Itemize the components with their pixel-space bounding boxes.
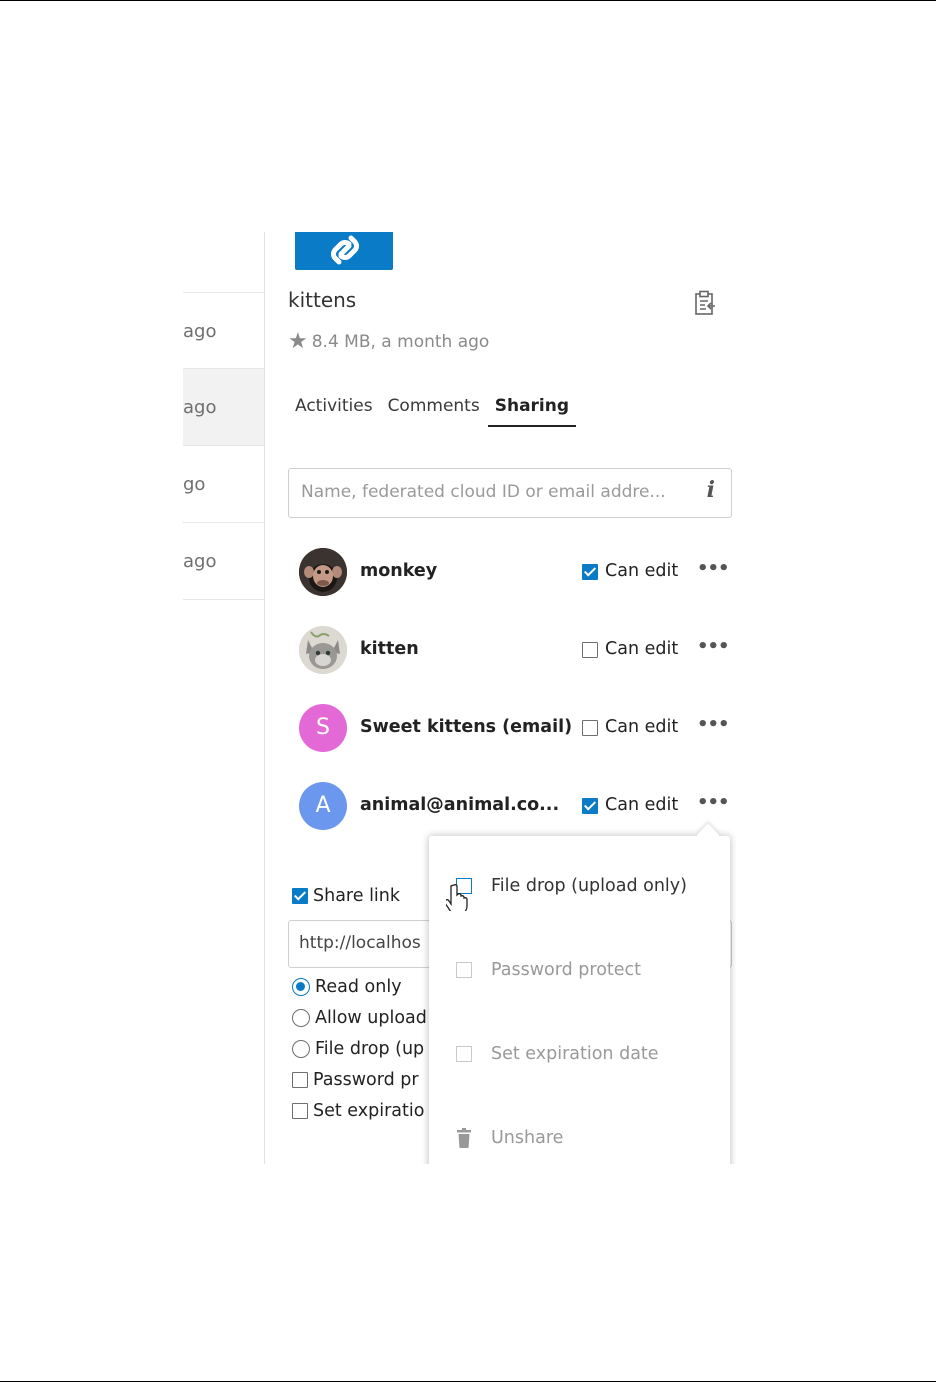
can-edit-checkbox[interactable] (582, 720, 598, 736)
can-edit-checkbox[interactable] (582, 564, 598, 580)
trash-icon (456, 1128, 472, 1148)
sidebar-tabs: Activities Comments Sharing (288, 394, 577, 427)
share-row: A animal@animal.co... Can edit ••• (299, 782, 730, 832)
menu-item-label: Password protect (491, 960, 642, 980)
menu-item-file-drop[interactable]: File drop (upload only) (456, 876, 687, 896)
sharing-sidebar-screenshot: ago ago go ago kittens ★ 8.4 MB, a month… (183, 232, 736, 1164)
clipboard-icon[interactable] (693, 290, 717, 320)
file-list-row[interactable]: ago (183, 523, 264, 600)
can-edit-label[interactable]: Can edit (605, 795, 678, 815)
file-list-row-date: ago (183, 321, 217, 342)
share-link-checkbox[interactable] (292, 888, 308, 904)
file-list-row[interactable]: ago (183, 292, 264, 369)
menu-item-password[interactable]: Password protect (456, 960, 641, 980)
share-name: Sweet kittens (email) (360, 717, 573, 737)
allow-upload-label: Allow upload (315, 1008, 427, 1028)
hand-cursor-icon (446, 884, 468, 911)
file-size-date: 8.4 MB, a month ago (311, 332, 490, 352)
file-meta: ★ 8.4 MB, a month ago (288, 331, 489, 353)
can-edit-checkbox[interactable] (582, 642, 598, 658)
more-options-icon[interactable]: ••• (697, 792, 730, 813)
expiration-date-checkbox[interactable] (456, 1046, 472, 1062)
file-list-row[interactable]: go (183, 446, 264, 523)
expiration-checkbox[interactable] (292, 1103, 308, 1119)
can-edit-label[interactable]: Can edit (605, 639, 678, 659)
sidebar-divider (264, 232, 265, 1164)
can-edit-label[interactable]: Can edit (605, 717, 678, 737)
file-list-row[interactable]: ago (183, 369, 264, 446)
more-options-icon[interactable]: ••• (697, 636, 730, 657)
share-options-popover: File drop (upload only) Password protect… (429, 823, 730, 1164)
menu-item-label: Set expiration date (491, 1044, 659, 1064)
file-list-row-date: go (183, 474, 206, 495)
avatar (299, 548, 347, 596)
can-edit-label[interactable]: Can edit (605, 561, 678, 581)
option-expiration[interactable]: Set expiratio (292, 1101, 424, 1121)
allow-upload-radio[interactable] (292, 1009, 310, 1027)
file-list-row-date: ago (183, 551, 217, 572)
share-link-toggle[interactable]: Share link (292, 886, 400, 906)
option-allow-upload[interactable]: Allow upload (292, 1008, 427, 1028)
avatar: A (299, 782, 347, 830)
menu-item-expiration[interactable]: Set expiration date (456, 1044, 659, 1064)
file-drop-radio[interactable] (292, 1040, 310, 1058)
share-link-url: http://localhos (299, 933, 421, 953)
can-edit-checkbox[interactable] (582, 798, 598, 814)
file-list-row-date: ago (183, 397, 217, 418)
share-name: animal@animal.co... (360, 795, 560, 815)
option-password[interactable]: Password pr (292, 1070, 419, 1090)
password-label: Password pr (313, 1070, 419, 1090)
password-protect-checkbox[interactable] (456, 962, 472, 978)
option-file-drop[interactable]: File drop (up (292, 1039, 424, 1059)
share-name: monkey (360, 561, 438, 581)
share-search-input[interactable] (299, 481, 688, 503)
share-row: monkey Can edit ••• (299, 548, 730, 598)
star-icon[interactable]: ★ (288, 331, 308, 353)
share-name: kitten (360, 639, 419, 659)
tab-comments[interactable]: Comments (381, 394, 487, 427)
avatar: S (299, 704, 347, 752)
password-checkbox[interactable] (292, 1072, 308, 1088)
more-options-icon[interactable]: ••• (697, 714, 730, 735)
menu-item-unshare[interactable]: Unshare (456, 1128, 563, 1148)
share-link-label: Share link (313, 886, 401, 906)
file-name: kittens (288, 288, 357, 312)
file-drop-label: File drop (up (315, 1039, 425, 1059)
read-only-radio[interactable] (292, 978, 310, 996)
option-read-only[interactable]: Read only (292, 977, 402, 997)
read-only-label: Read only (315, 977, 402, 997)
menu-item-label: File drop (upload only) (491, 876, 687, 896)
file-thumbnail (295, 232, 393, 270)
menu-item-label: Unshare (491, 1128, 564, 1148)
link-icon (331, 235, 359, 265)
info-icon[interactable]: i (707, 477, 715, 503)
tab-activities[interactable]: Activities (288, 394, 380, 427)
share-row: S Sweet kittens (email) Can edit ••• (299, 704, 730, 754)
avatar (299, 626, 347, 674)
share-search-box: i (288, 468, 732, 518)
share-row: kitten Can edit ••• (299, 626, 730, 676)
more-options-icon[interactable]: ••• (697, 558, 730, 579)
tab-sharing[interactable]: Sharing (487, 394, 577, 427)
expiration-label: Set expiratio (313, 1101, 425, 1121)
